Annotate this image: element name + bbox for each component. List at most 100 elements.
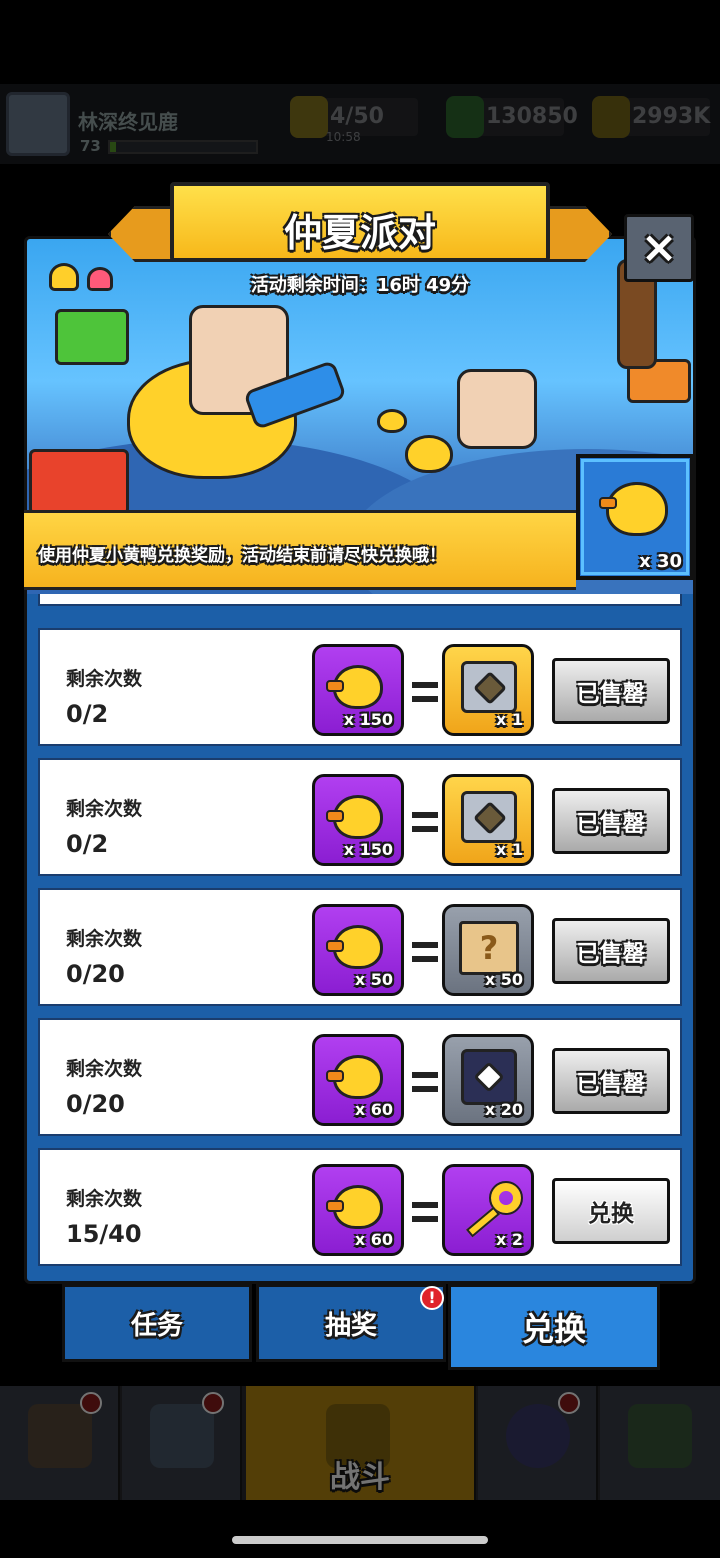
rubber-duck-small — [377, 409, 407, 433]
cost-slot: x 60 — [312, 1164, 404, 1256]
shield-icon — [150, 1404, 214, 1468]
event-info-text: 使用仲夏小黄鸭兑换奖励，活动结束前请尽快兑换哦！ — [38, 546, 446, 566]
reward-slot[interactable]: x 2 — [442, 1164, 534, 1256]
exchange-row: 剩余次数 0/20 x 60 x 20 已售罄 — [38, 1018, 682, 1136]
exchange-row: 剩余次数 0/2 x 150 x 1 已售罄 — [38, 628, 682, 746]
coin-counter[interactable]: 2993K — [592, 96, 710, 138]
event-title-ribbon: 仲夏派对 — [108, 182, 612, 270]
reward-slot[interactable]: x 1 — [442, 644, 534, 736]
xp-bar-fill — [110, 142, 116, 152]
equals-icon — [412, 812, 438, 832]
cost-slot: x 150 — [312, 644, 404, 736]
nav-events[interactable] — [478, 1386, 598, 1500]
player-name: 林深终见鹿 — [78, 110, 178, 134]
exchange-row: 剩余次数 0/2 x 150 x 1 已售罄 — [38, 758, 682, 876]
event-info-strip: 使用仲夏小黄鸭兑换奖励，活动结束前请尽快兑换哦！ — [24, 510, 576, 590]
sold-out-button[interactable]: 已售罄 — [552, 1048, 670, 1114]
nav-equipment[interactable] — [122, 1386, 242, 1500]
rubber-duck-icon — [599, 482, 668, 536]
nav-shop[interactable] — [0, 1386, 120, 1500]
bottom-nav: 战斗 — [0, 1386, 720, 1500]
player-avatar[interactable] — [6, 92, 70, 156]
remaining-label: 剩余次数 — [66, 928, 143, 950]
cost-slot: x 50 — [312, 904, 404, 996]
nav-evolve[interactable] — [600, 1386, 720, 1500]
reward-amount: x 1 — [495, 710, 523, 729]
sold-out-button[interactable]: 已售罄 — [552, 918, 670, 984]
equals-icon — [412, 1202, 438, 1222]
remaining-count: 0/20 — [66, 960, 125, 988]
tab-lottery[interactable]: 抽奖 — [256, 1284, 446, 1362]
mystery-scroll-icon: ? — [459, 921, 519, 975]
energy-icon — [290, 96, 328, 138]
energy-value: 4/50 — [330, 104, 384, 129]
gift-icon — [29, 449, 129, 515]
home-indicator[interactable] — [232, 1536, 488, 1544]
dna-icon — [628, 1404, 692, 1468]
remaining-count: 15/40 — [66, 1220, 142, 1248]
exchange-row: 剩余次数 0/20 x 50 ? x 50 已售罄 — [38, 888, 682, 1006]
tech-box-icon — [461, 1049, 517, 1105]
exchange-row — [38, 594, 682, 606]
gem-icon — [446, 96, 484, 138]
exchange-list[interactable]: 剩余次数 0/2 x 150 x 1 已售罄 剩余次数 0/2 x 150 x … — [24, 594, 696, 1274]
event-countdown: 活动剩余时间：16时 49分 — [250, 275, 470, 296]
remaining-label: 剩余次数 — [66, 1058, 143, 1080]
remaining-label: 剩余次数 — [66, 668, 143, 690]
energy-timer: 10:58 — [326, 130, 361, 144]
tab-exchange[interactable]: 兑换 — [448, 1284, 660, 1370]
xp-bar — [108, 140, 258, 154]
remaining-label: 剩余次数 — [66, 798, 143, 820]
reward-amount: x 2 — [495, 1230, 523, 1249]
cost-amount: x 150 — [343, 710, 393, 729]
close-button[interactable]: × — [624, 214, 694, 282]
coin-icon — [592, 96, 630, 138]
rubber-duck-icon — [326, 1185, 383, 1229]
gold-chest-shield-icon — [461, 791, 517, 843]
cost-amount: x 60 — [354, 1100, 393, 1119]
nav-battle[interactable]: 战斗 — [246, 1386, 476, 1500]
close-icon: × — [640, 222, 678, 273]
equals-icon — [412, 1072, 438, 1092]
remaining-count: 0/2 — [66, 700, 109, 728]
tab-tasks[interactable]: 任务 — [62, 1284, 252, 1362]
globe-icon — [506, 1404, 570, 1468]
rubber-duck-icon — [326, 925, 383, 969]
rubber-duck-icon — [326, 795, 383, 839]
equals-icon — [412, 942, 438, 962]
reward-amount: x 1 — [495, 840, 523, 859]
gift-icon — [55, 309, 129, 365]
nav-battle-label: 战斗 — [330, 1460, 390, 1495]
alert-dot — [202, 1392, 224, 1414]
gold-chest-icon — [461, 661, 517, 713]
rubber-duck-small — [405, 435, 453, 473]
reward-slot[interactable]: ? x 50 — [442, 904, 534, 996]
remaining-count: 0/20 — [66, 1090, 125, 1118]
shop-icon — [28, 1404, 92, 1468]
cost-slot: x 150 — [312, 774, 404, 866]
reward-slot[interactable]: x 1 — [442, 774, 534, 866]
player-level: 73 — [80, 137, 101, 155]
girl-character — [457, 369, 537, 449]
exchange-button[interactable]: 兑换 — [552, 1178, 670, 1244]
reward-amount: x 20 — [484, 1100, 523, 1119]
cost-amount: x 150 — [343, 840, 393, 859]
remaining-count: 0/2 — [66, 830, 109, 858]
reward-slot[interactable]: x 20 — [442, 1034, 534, 1126]
sold-out-button[interactable]: 已售罄 — [552, 658, 670, 724]
equals-icon — [412, 682, 438, 702]
rubber-duck-icon — [326, 1055, 383, 1099]
cost-amount: x 50 — [354, 970, 393, 989]
reward-amount: x 50 — [484, 970, 523, 989]
gem-counter[interactable]: 130850 — [446, 96, 578, 138]
sold-out-button[interactable]: 已售罄 — [552, 788, 670, 854]
remaining-label: 剩余次数 — [66, 1188, 143, 1210]
duck-currency-box: x 30 — [576, 454, 694, 580]
cost-slot: x 60 — [312, 1034, 404, 1126]
gem-value: 130850 — [486, 104, 578, 129]
event-title: 仲夏派对 — [283, 211, 436, 255]
rubber-duck-icon — [326, 665, 383, 709]
alert-dot — [80, 1392, 102, 1414]
alert-dot — [558, 1392, 580, 1414]
cost-amount: x 60 — [354, 1230, 393, 1249]
